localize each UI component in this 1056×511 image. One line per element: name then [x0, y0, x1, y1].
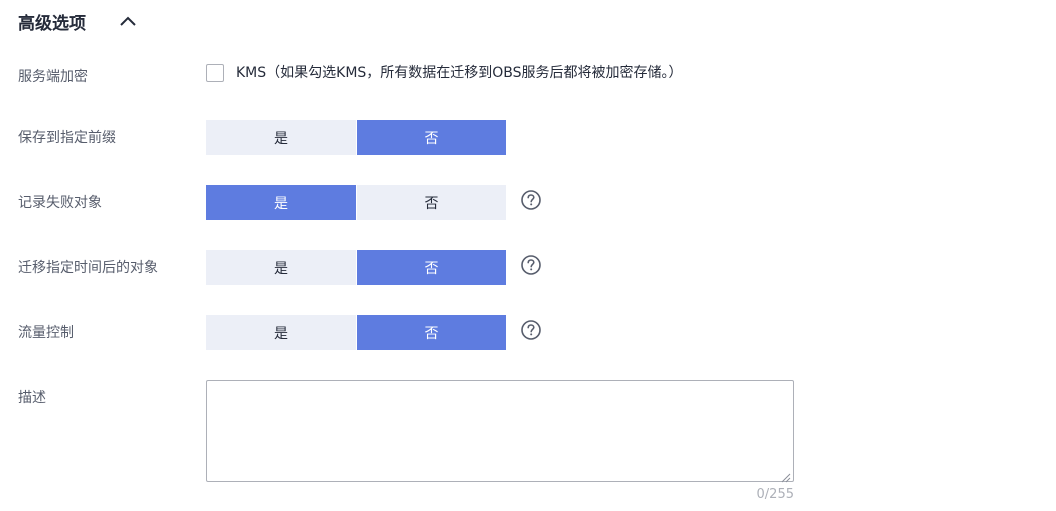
traffic-control-toggle: 是 否	[206, 315, 506, 350]
char-count: 0/255	[756, 487, 794, 502]
record-failed-toggle: 是 否	[206, 185, 506, 220]
section-title: 高级选项	[18, 14, 86, 34]
kms-option: KMS（如果勾选KMS，所有数据在迁移到OBS服务后都将被加密存储。）	[206, 62, 683, 84]
kms-checkbox-label: KMS（如果勾选KMS，所有数据在迁移到OBS服务后都将被加密存储。）	[236, 65, 683, 81]
migrate-after-time-yes-option[interactable]: 是	[206, 250, 356, 285]
traffic-control-yes-option[interactable]: 是	[206, 315, 356, 350]
encryption-label: 服务端加密	[18, 69, 88, 85]
question-circle-icon[interactable]	[520, 319, 542, 341]
migrate-after-time-no-option[interactable]: 否	[357, 250, 506, 285]
record-failed-label: 记录失败对象	[18, 195, 102, 211]
traffic-control-label: 流量控制	[18, 325, 74, 341]
record-failed-no-option[interactable]: 否	[357, 185, 506, 220]
description-textarea[interactable]	[206, 380, 794, 482]
migrate-after-time-label: 迁移指定时间后的对象	[18, 260, 158, 276]
record-failed-yes-option[interactable]: 是	[206, 185, 356, 220]
save-prefix-label: 保存到指定前缀	[18, 130, 116, 146]
migrate-after-time-toggle: 是 否	[206, 250, 506, 285]
save-prefix-yes-option[interactable]: 是	[206, 120, 356, 155]
traffic-control-no-option[interactable]: 否	[357, 315, 506, 350]
kms-checkbox[interactable]	[206, 64, 224, 82]
save-prefix-toggle: 是 否	[206, 120, 506, 155]
question-circle-icon[interactable]	[520, 254, 542, 276]
description-label: 描述	[18, 390, 46, 406]
question-circle-icon[interactable]	[520, 189, 542, 211]
resize-handle-icon[interactable]	[780, 468, 791, 483]
chevron-up-icon[interactable]	[116, 10, 140, 34]
save-prefix-no-option[interactable]: 否	[357, 120, 506, 155]
